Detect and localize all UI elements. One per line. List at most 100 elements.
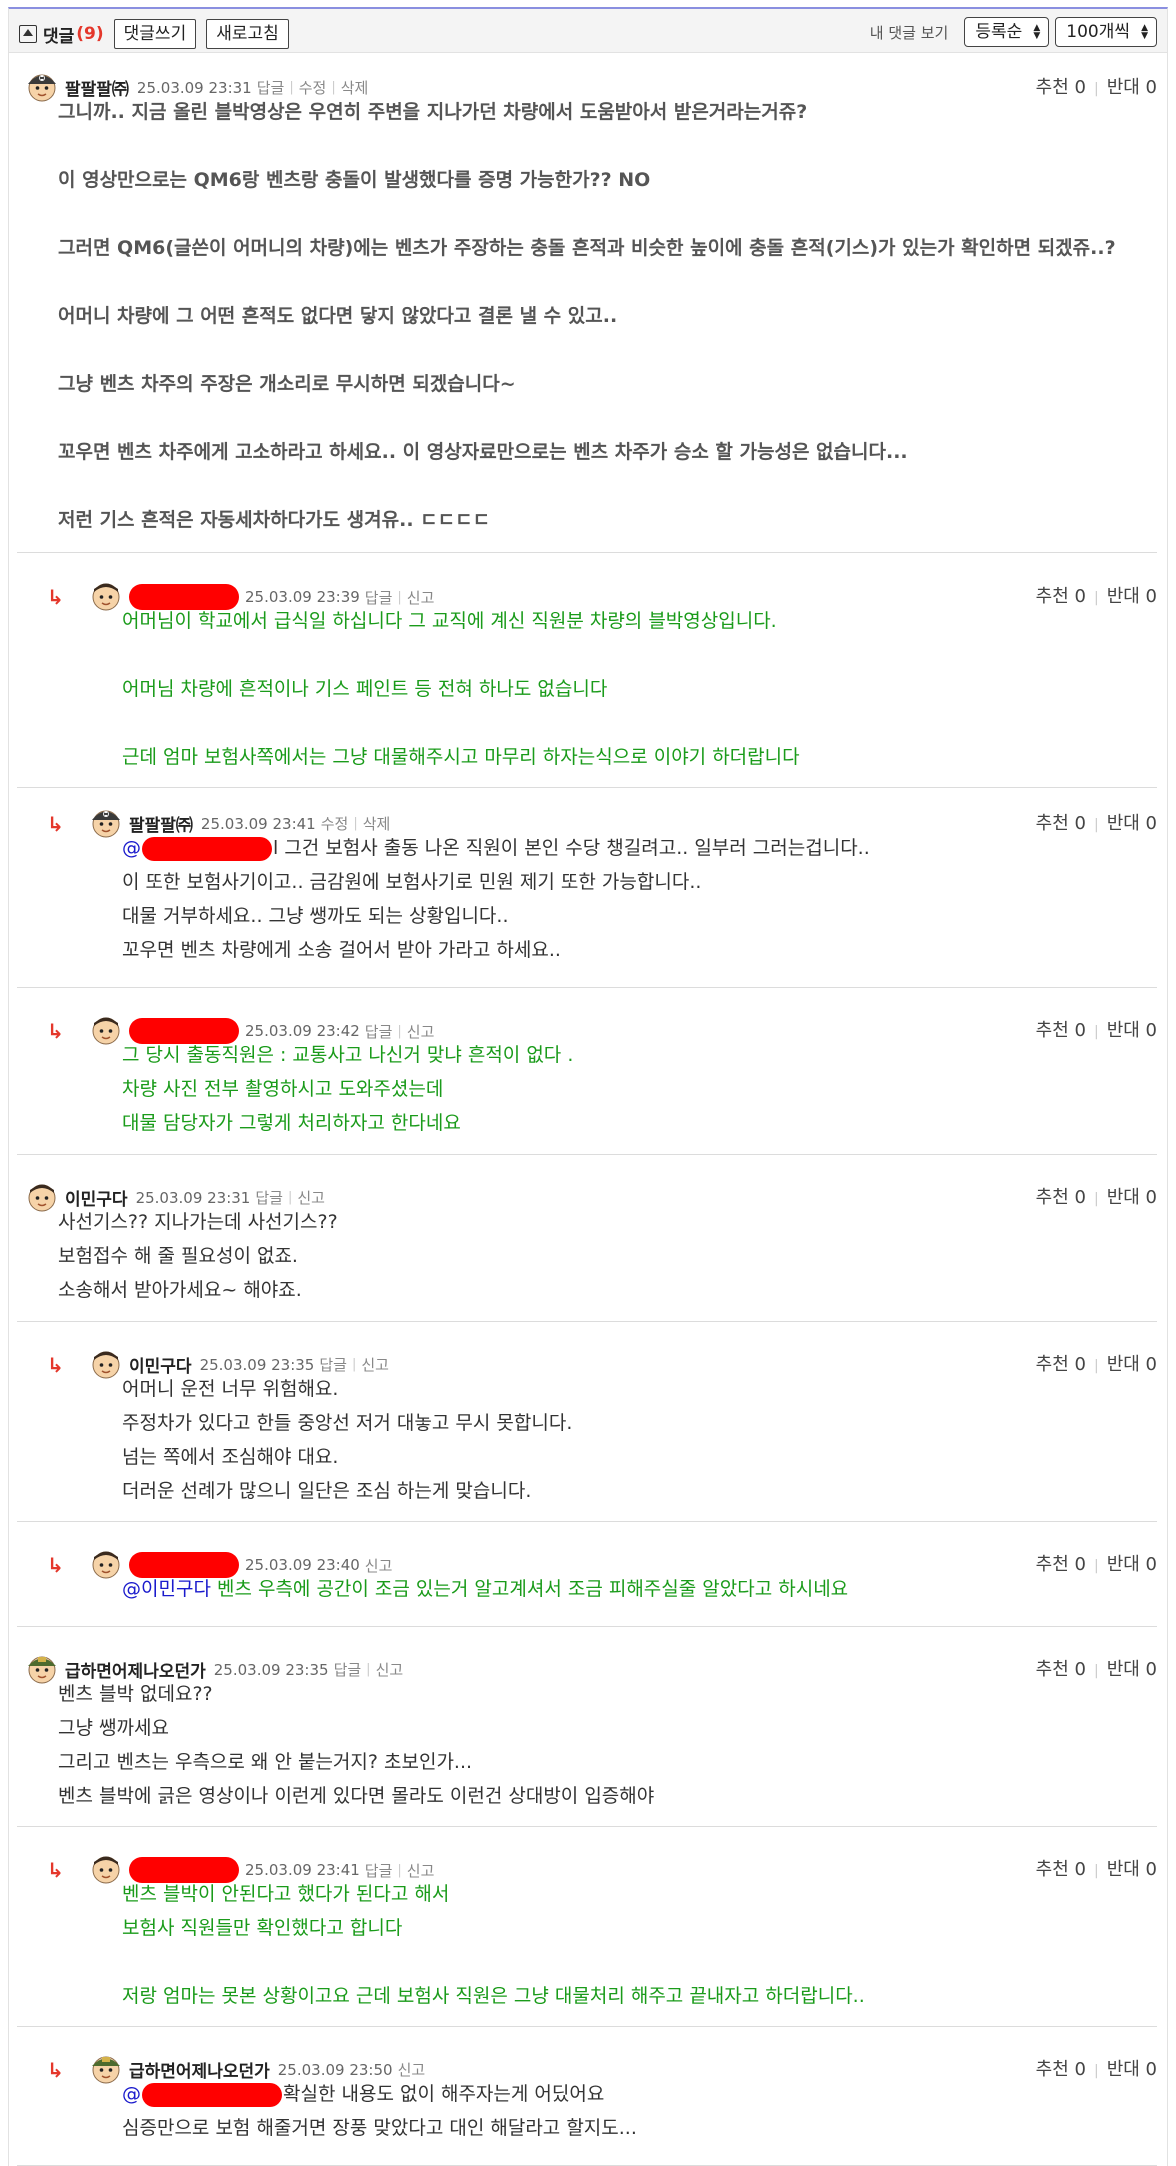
action-separator: | — [397, 589, 402, 605]
upvote-button[interactable]: 추천 0 — [1036, 586, 1086, 607]
avatar[interactable] — [25, 1179, 59, 1213]
vote-box: 추천 0 | 반대 0 — [1036, 1183, 1157, 1209]
my-comments-link[interactable]: 내 댓글 보기 — [870, 22, 949, 43]
refresh-button[interactable]: 새로고침 — [206, 19, 289, 49]
reply-comment: ↳ 이민구다 25.03.09 23:35 답글 | 신고 추천 0 | 반대 0 어머니 운전 … — [17, 1322, 1157, 1522]
comment-line — [58, 401, 1116, 435]
vote-separator: | — [1093, 590, 1099, 606]
write-comment-button[interactable]: 댓글쓰기 — [113, 19, 197, 49]
avatar[interactable] — [25, 69, 59, 103]
comment-line: 어머님이 학교에서 급식일 하십니다 그 교직에 계신 직원분 차량의 블박영상… — [122, 610, 777, 632]
upvote-button[interactable]: 추천 0 — [1036, 1659, 1086, 1680]
upvote-button[interactable]: 추천 0 — [1036, 1020, 1086, 1041]
reply-comment: ↳ 급하면어제나오던가 25.03.09 23:50 신고 추천 0 | 반대 0 @ 확실한 … — [17, 2027, 1157, 2166]
comment-line: 어머니 운전 너무 위험해요. — [122, 1378, 339, 1400]
avatar[interactable] — [89, 1012, 123, 1046]
toolbar-right: 내 댓글 보기 등록순 ▲ ▼ 100개씩 ▲ ▼ — [870, 17, 1157, 47]
per-page-select[interactable]: 100개씩 ▲ ▼ — [1055, 17, 1157, 47]
vote-separator: | — [1093, 1663, 1099, 1679]
upvote-button[interactable]: 추천 0 — [1036, 2059, 1086, 2080]
comment-date: 25.03.09 23:35 — [199, 1355, 315, 1374]
vote-box: 추천 0 | 반대 0 — [1036, 1655, 1157, 1681]
avatar[interactable] — [89, 1346, 123, 1380]
upvote-count: 0 — [1074, 1187, 1086, 1208]
downvote-label: 반대 — [1106, 1354, 1140, 1375]
upvote-count: 0 — [1074, 1554, 1086, 1575]
avatar[interactable] — [89, 578, 123, 612]
toolbar-left: 댓글 (9) 댓글쓰기 새로고침 — [19, 19, 289, 49]
select-arrows-icon: ▲ ▼ — [1033, 23, 1041, 41]
comment-body: 어머니 운전 너무 위험해요. 주정차가 있다고 한들 중앙선 저거 대놓고 무시… — [122, 1372, 572, 1508]
vote-separator: | — [1093, 1024, 1099, 1040]
comment: 이민구다 25.03.09 23:31 답글 | 신고 추천 0 | 반대 0 사선기스?? 지… — [17, 1155, 1157, 1322]
action-separator: | — [397, 1862, 402, 1878]
reply-comment: ↳ 25.03.09 23:39 답글 | 신고 추천 0 | 반대 0 어머님이 학교에서 급… — [17, 553, 1157, 788]
downvote-button[interactable]: 반대 0 — [1107, 1354, 1157, 1375]
redacted-mention — [142, 836, 272, 861]
sort-select[interactable]: 등록순 ▲ ▼ — [964, 17, 1050, 47]
reply-arrow-icon: ↳ — [47, 585, 64, 609]
comment-line — [122, 1945, 865, 1979]
comment-line: 근데 엄마 보험사쪽에서는 그냥 대물해주시고 마무리 하자는식으로 이야기 하… — [122, 746, 800, 768]
comments-count: (9) — [76, 24, 104, 44]
upvote-label: 추천 — [1035, 1859, 1069, 1880]
avatar[interactable] — [89, 2051, 123, 2085]
comment-body: 어머님이 학교에서 급식일 하십니다 그 교직에 계신 직원분 차량의 블박영상… — [122, 604, 800, 774]
action-separator: | — [331, 80, 336, 95]
vote-box: 추천 0 | 반대 0 — [1036, 1350, 1157, 1376]
comment-line: 이 또한 보험사기이고.. 금감원에 보험사기로 민원 제기 또한 가능합니다.… — [122, 871, 702, 893]
action-separator: | — [353, 816, 358, 831]
collapse-icon[interactable] — [19, 25, 37, 43]
sort-select-value: 등록순 — [975, 22, 1023, 42]
upvote-label: 추천 — [1035, 1020, 1069, 1041]
comment-line: @이민구다 벤츠 우측에 공간이 조금 있는거 알고계셔서 조금 피해주실줄 알… — [122, 1572, 848, 1606]
upvote-button[interactable]: 추천 0 — [1036, 1187, 1086, 1208]
comment-line: 그러면 QM6(글쓴이 어머니의 차량)에는 벤츠가 주장하는 충돌 흔적과 비… — [58, 237, 1116, 259]
downvote-label: 반대 — [1106, 1859, 1140, 1880]
vote-separator: | — [1093, 1863, 1099, 1879]
comment-body: 그니까.. 지금 올린 블박영상은 우연히 주변을 지나가던 차량에서 도움받아… — [58, 95, 1116, 537]
downvote-button[interactable]: 반대 0 — [1107, 1554, 1157, 1575]
comment-line: 그 당시 출동직원은 : 교통사고 나신거 맞냐 흔적이 없다 . — [122, 1044, 574, 1066]
mention-link[interactable]: @ — [122, 837, 141, 859]
downvote-button[interactable]: 반대 0 — [1107, 586, 1157, 607]
upvote-button[interactable]: 추천 0 — [1036, 813, 1086, 834]
upvote-label: 추천 — [1035, 1554, 1069, 1575]
avatar[interactable] — [89, 1546, 123, 1580]
upvote-count: 0 — [1074, 813, 1086, 834]
vote-box: 추천 0 | 반대 0 — [1036, 1016, 1157, 1042]
avatar[interactable] — [25, 1651, 59, 1685]
comment-line — [58, 469, 1116, 503]
reply-arrow-icon: ↳ — [47, 812, 64, 836]
upvote-label: 추천 — [1035, 813, 1069, 834]
action-separator: | — [397, 1023, 402, 1039]
comment-line: 어머니 차량에 그 어떤 흔적도 없다면 닿지 않았다고 결론 낼 수 있고.. — [58, 305, 618, 327]
downvote-button[interactable]: 반대 0 — [1107, 1659, 1157, 1680]
downvote-button[interactable]: 반대 0 — [1107, 1187, 1157, 1208]
action-separator: | — [289, 80, 294, 95]
mention-link[interactable]: @이민구다 — [122, 1578, 211, 1600]
downvote-button[interactable]: 반대 0 — [1107, 1020, 1157, 1041]
comment-line — [58, 197, 1116, 231]
avatar[interactable] — [89, 1851, 123, 1885]
upvote-button[interactable]: 추천 0 — [1036, 1859, 1086, 1880]
upvote-button[interactable]: 추천 0 — [1036, 1554, 1086, 1575]
vote-box: 추천 0 | 반대 0 — [1036, 1550, 1157, 1576]
reply-arrow-icon: ↳ — [47, 1553, 64, 1577]
upvote-button[interactable]: 추천 0 — [1036, 1354, 1086, 1375]
redacted-mention — [142, 2082, 282, 2107]
comment-line — [122, 706, 800, 740]
avatar[interactable] — [89, 805, 123, 839]
downvote-button[interactable]: 반대 0 — [1107, 1859, 1157, 1880]
vote-separator: | — [1093, 1558, 1099, 1574]
downvote-button[interactable]: 반대 0 — [1107, 2059, 1157, 2080]
downvote-button[interactable]: 반대 0 — [1107, 813, 1157, 834]
upvote-count: 0 — [1074, 1354, 1086, 1375]
comment-line: 이 영상만으로는 QM6랑 벤츠랑 충돌이 발생했다를 증명 가능한가?? NO — [58, 169, 651, 191]
downvote-count: 0 — [1145, 1187, 1157, 1208]
vote-box: 추천 0 | 반대 0 — [1036, 809, 1157, 835]
vote-box: 추천 0 | 반대 0 — [1036, 582, 1157, 608]
vote-separator: | — [1093, 1358, 1099, 1374]
mention-link[interactable]: @ — [122, 2083, 141, 2105]
comment-body: @ 확실한 내용도 없이 해주자는게 어딨어요 심증만으로 보험 해줄거면 장풍 맞… — [122, 2077, 637, 2145]
